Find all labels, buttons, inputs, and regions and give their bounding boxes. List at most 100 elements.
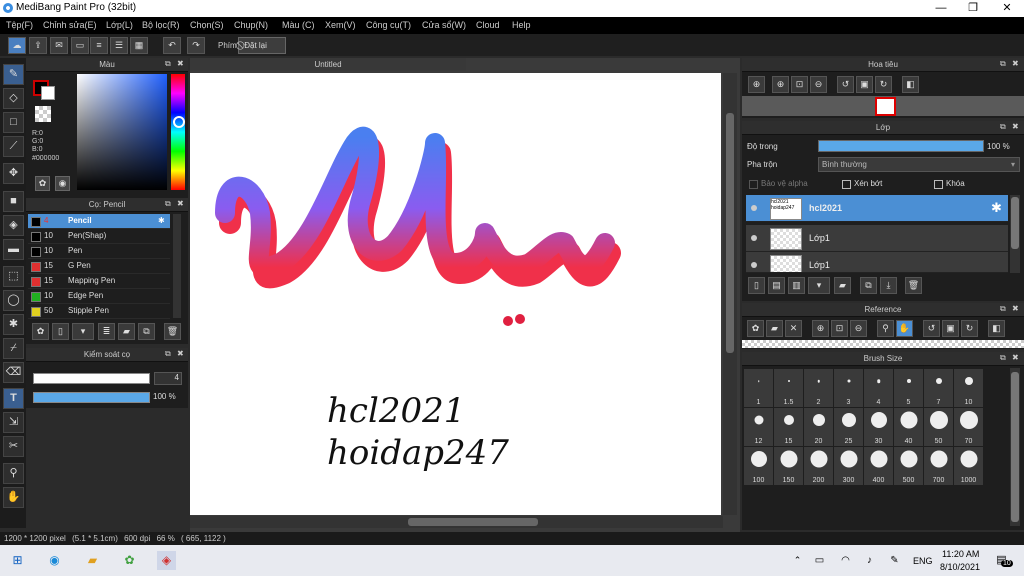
magic-wand-tool-icon[interactable]: ✱ [3,314,24,335]
select-eraser-tool-icon[interactable]: ⌫ [3,362,24,383]
eraser-tool-icon[interactable]: ◇ [3,88,24,109]
panel-close-icon[interactable]: ✖ [177,199,184,208]
brush-size-cell[interactable]: 1.5 [773,368,804,408]
brush-size-cell[interactable]: 25 [833,407,864,447]
new-8bit-layer-icon[interactable]: ▥ [788,277,805,294]
panel-close-icon[interactable]: ✖ [1012,122,1019,131]
comment-icon[interactable]: ✉ [50,37,68,54]
layer-settings-icon[interactable]: ✱ [991,200,1002,216]
brush-size-cell[interactable]: 4 [863,368,894,408]
navigator-thumbnail[interactable] [875,97,896,116]
new-halftone-layer-icon[interactable]: ▤ [768,277,785,294]
rotate-right-icon[interactable]: ↻ [961,320,978,337]
visibility-icon[interactable] [751,205,757,211]
layer-folder-icon[interactable]: ▰ [834,277,851,294]
layer-row[interactable]: hcl2021 hoidap247 hcl2021 ✱ [746,195,1008,222]
navigator-preview-area[interactable] [742,96,1024,116]
brush-size-cell[interactable]: 500 [893,446,924,486]
fill-rect-tool-icon[interactable]: ■ [3,191,24,212]
protect-alpha-checkbox[interactable] [749,180,758,189]
brush-item[interactable]: 15 Mapping Pen [28,274,170,289]
brush-item[interactable]: 10 Pen(Shap) [28,229,170,244]
zoom-out-icon[interactable]: ⊖ [810,76,827,93]
menu-help[interactable]: Help [512,20,531,30]
layer-opacity-slider[interactable] [818,140,984,152]
delete-icon[interactable]: 🗑 [164,323,181,340]
undock-icon[interactable]: ⧉ [165,199,171,209]
document-icon[interactable]: ≡ [90,37,108,54]
brush-size-cell[interactable]: 300 [833,446,864,486]
delete-layer-icon[interactable]: 🗑 [905,277,922,294]
menu-view[interactable]: Xem(V) [325,20,356,30]
brush-size-cell[interactable]: 40 [893,407,924,447]
scroll-thumb[interactable] [1011,372,1019,522]
brush-size-cell[interactable]: 150 [773,446,804,486]
folder-icon[interactable]: ▰ [118,323,135,340]
cloud-icon[interactable]: ☁ [8,37,26,54]
scroll-thumb[interactable] [408,518,538,526]
edge-icon[interactable]: ◉ [45,551,64,570]
brush-item[interactable]: 15 G Pen [28,259,170,274]
brush-item[interactable]: 10 Edge Pen [28,289,170,304]
brush-tool-icon[interactable]: ✎ [3,64,24,85]
scroll-thumb[interactable] [726,113,734,353]
minimize-button[interactable]: — [924,0,958,17]
fit-icon[interactable]: ⊡ [791,76,808,93]
flip-icon[interactable]: ◧ [902,76,919,93]
list-icon[interactable]: ☰ [110,37,128,54]
windows-start-icon[interactable]: ⊞ [8,551,27,570]
divide-tool-icon[interactable]: ✂ [3,436,24,457]
reset-view-icon[interactable]: ▣ [856,76,873,93]
layer-menu-icon[interactable]: ▾ [808,277,830,294]
zoom-out-icon[interactable]: ⊖ [850,320,867,337]
add-brush-icon[interactable]: ✿ [32,323,49,340]
redo-icon[interactable]: ↷ [187,37,205,54]
transparent-swatch[interactable] [35,106,51,122]
panel-close-icon[interactable]: ✖ [1012,59,1019,68]
add-reference-icon[interactable]: ✿ [747,320,764,337]
battery-icon[interactable]: ▭ [810,551,829,570]
hue-slider[interactable] [171,74,185,190]
undo-icon[interactable]: ↶ [163,37,181,54]
hand-icon[interactable]: ✋ [896,320,913,337]
menu-tools[interactable]: Công cụ(T) [366,20,411,30]
color-set-icon[interactable]: ◉ [55,176,70,191]
text-tool-icon[interactable]: T [3,388,24,409]
medibang-icon[interactable]: ◈ [157,551,176,570]
clock-time[interactable]: 11:20 AM [942,549,979,559]
merge-layer-icon[interactable]: ⤓ [880,277,897,294]
brush-size-cell[interactable]: 15 [773,407,804,447]
bucket-tool-icon[interactable]: ◈ [3,215,24,236]
brush-size-cell[interactable]: 1000 [953,446,984,486]
canvas-horizontal-scrollbar[interactable] [190,516,723,528]
shape-tool-icon[interactable]: □ [3,112,24,133]
blend-mode-select[interactable]: Bình thường ▾ [818,157,1020,172]
brush-item[interactable]: 10 Pen [28,244,170,259]
brush-size-cell[interactable]: 100 [743,446,774,486]
zoom-in-icon[interactable]: ⊕ [772,76,789,93]
brush-size-cell[interactable]: 1 [743,368,774,408]
zoom-icon[interactable]: ⊕ [748,76,765,93]
brush-size-cell[interactable]: 70 [953,407,984,447]
visibility-icon[interactable] [751,235,757,241]
close-button[interactable]: ✕ [990,0,1024,17]
scroll-thumb[interactable] [1011,197,1019,249]
palette-icon[interactable]: ✿ [35,176,50,191]
menu-layer[interactable]: Lớp(L) [106,20,133,30]
brush-item[interactable]: 4 Pencil ✱ [28,214,170,229]
brush-item[interactable]: 50 Stipple Pen [28,304,170,319]
panel-close-icon[interactable]: ✖ [177,59,184,68]
lasso-tool-icon[interactable]: ◯ [3,290,24,311]
brush-list-scrollbar[interactable] [173,214,181,318]
reference-image-area[interactable] [742,340,1024,348]
visibility-icon[interactable] [751,262,757,268]
saturation-picker[interactable] [77,74,167,190]
reset-button[interactable]: ⃠ Đặt lại [238,37,286,54]
copy-icon[interactable]: ⧉ [138,323,155,340]
clock-date[interactable]: 8/10/2021 [940,562,980,572]
drawing-canvas[interactable]: hcl2021 hoidap247 [190,73,721,515]
language-indicator[interactable]: ENG [913,556,933,566]
menu-cloud[interactable]: Cloud [476,20,500,30]
rotate-left-icon[interactable]: ↺ [837,76,854,93]
hand-tool-icon[interactable]: ✋ [3,487,24,508]
